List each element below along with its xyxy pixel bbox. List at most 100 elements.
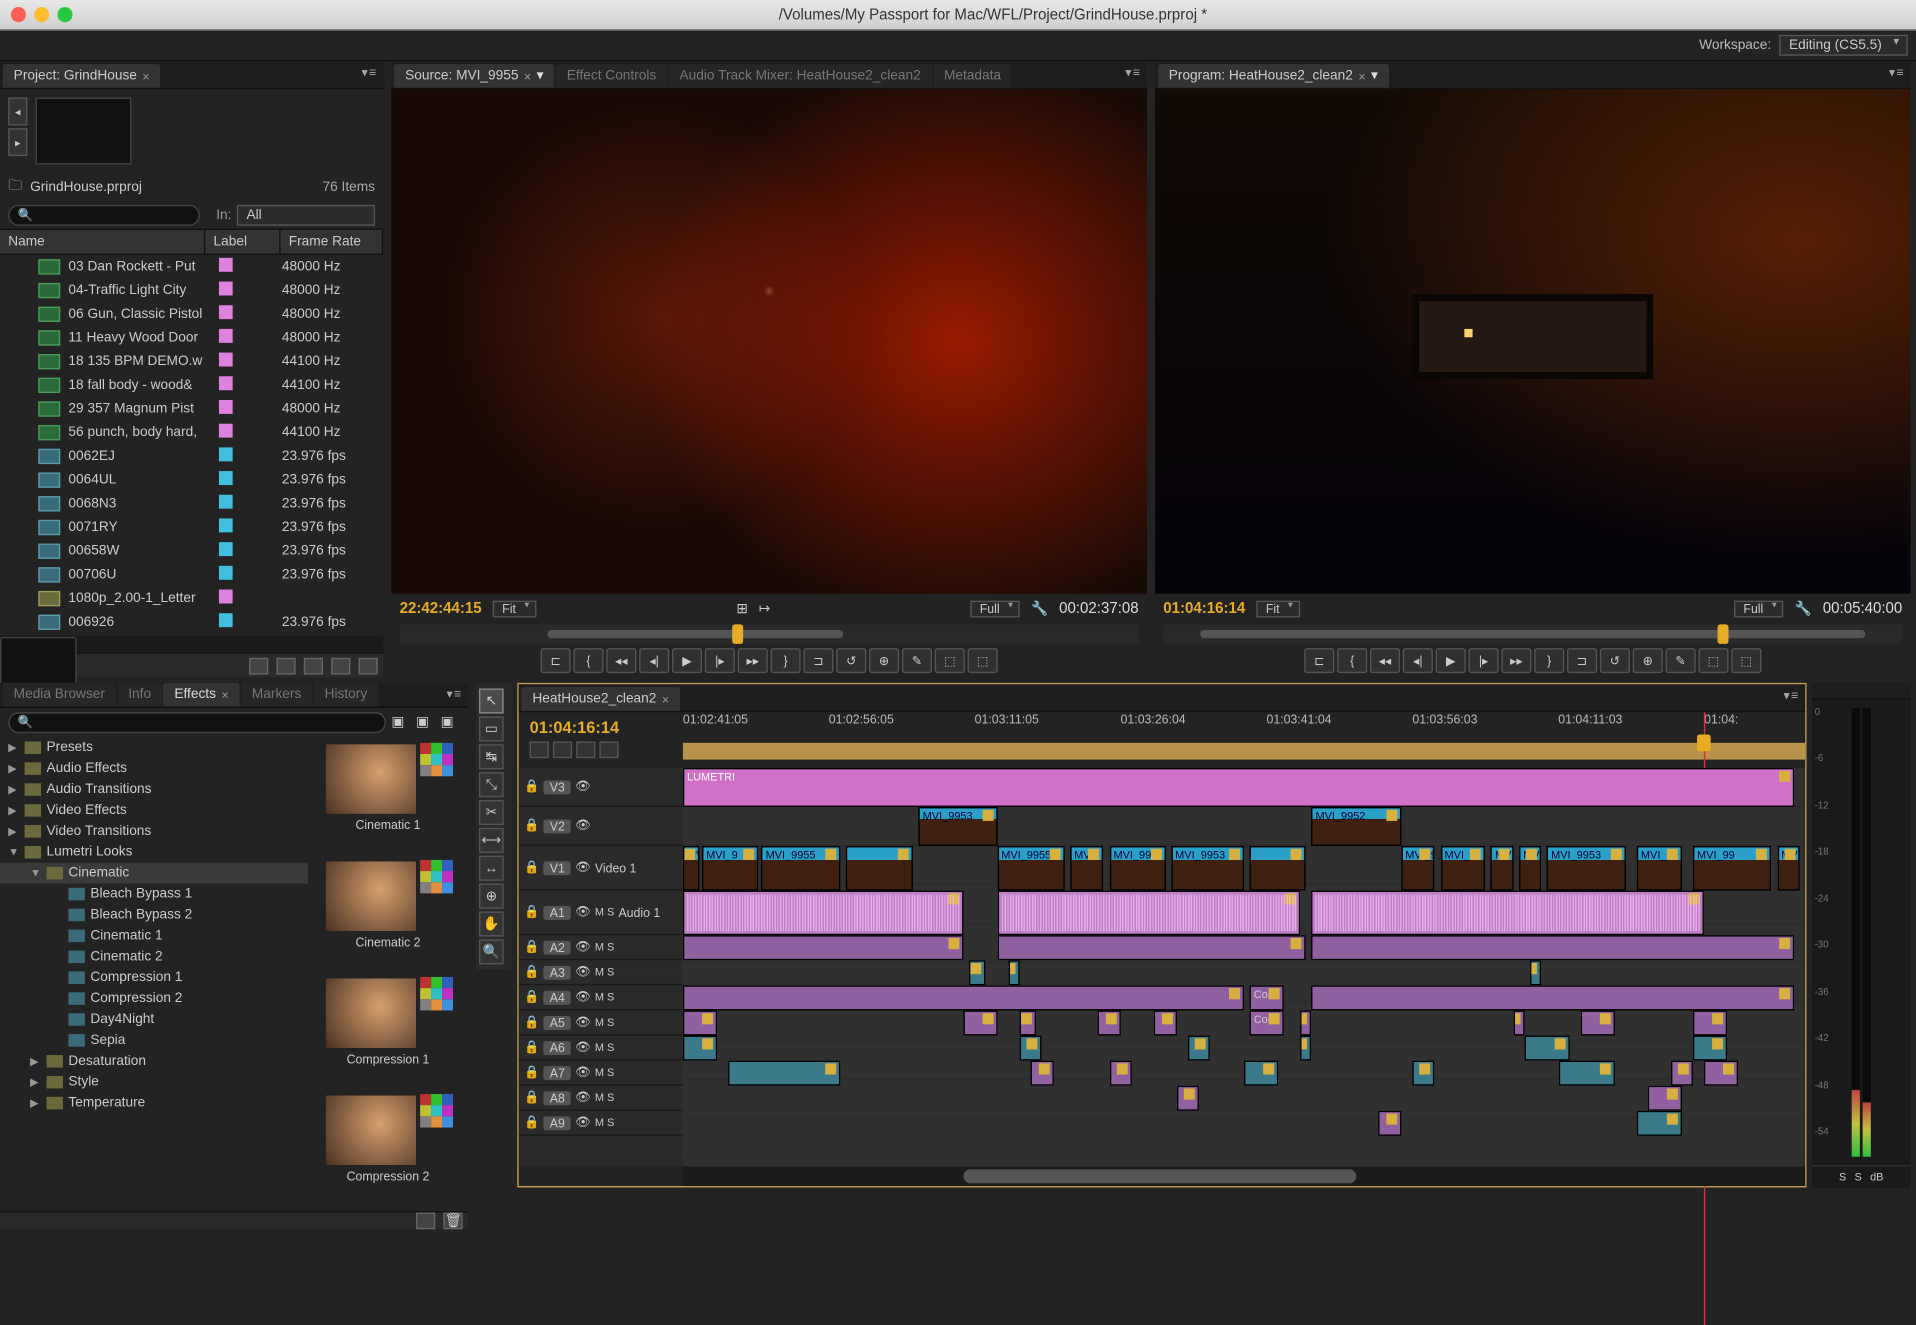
clip[interactable]	[1530, 960, 1541, 985]
panel-menu-icon[interactable]: ▾≡	[1125, 66, 1141, 81]
program-scrubber[interactable]	[1163, 624, 1902, 644]
track-target[interactable]: V3	[544, 780, 571, 794]
toggle-icon[interactable]: 👁	[575, 860, 591, 875]
search-input[interactable]: 🔍	[8, 205, 200, 226]
clip[interactable]: MVI_9953	[1547, 846, 1626, 891]
clip[interactable]: MVI_99	[1637, 846, 1682, 891]
track-header[interactable]: 🔒 V3 👁	[519, 768, 683, 807]
bin-item[interactable]: 00706U 23.976 fps	[0, 563, 383, 587]
program-monitor-view[interactable]	[1155, 89, 1910, 594]
disclosure-icon[interactable]: ▼	[8, 846, 19, 859]
clip[interactable]	[969, 960, 986, 985]
clip[interactable]	[1558, 1061, 1614, 1086]
disclosure-icon[interactable]: ▶	[8, 762, 19, 775]
maximize-icon[interactable]	[57, 7, 72, 22]
toggle-icon[interactable]: 👁	[575, 818, 591, 833]
track-target[interactable]: A7	[544, 1065, 571, 1079]
transport-button[interactable]: ⊐	[1567, 648, 1597, 673]
track-target[interactable]: A1	[544, 905, 571, 919]
lock-icon[interactable]: 🔒	[524, 1040, 539, 1055]
look-preset[interactable]: Compression 2	[308, 1094, 468, 1205]
clip[interactable]	[1020, 1010, 1037, 1035]
resolution-dropdown[interactable]: Full	[970, 601, 1020, 618]
toggle-icon[interactable]: 👁	[575, 964, 591, 979]
fx-badge-icon[interactable]: ▣	[416, 714, 435, 731]
clip[interactable]: MVI_995	[1109, 846, 1165, 891]
transport-button[interactable]: ⊏	[1304, 648, 1334, 673]
tool-button[interactable]: ▭	[479, 716, 504, 741]
clip[interactable]	[1244, 1061, 1278, 1086]
clip[interactable]	[683, 985, 1244, 1010]
clip[interactable]	[1513, 1010, 1524, 1035]
clip[interactable]	[846, 846, 913, 891]
transport-button[interactable]: ▸▸	[1501, 648, 1531, 673]
clip[interactable]: MVI_99	[1777, 846, 1799, 891]
track-target[interactable]: A8	[544, 1091, 571, 1105]
lock-icon[interactable]: 🔒	[524, 1115, 539, 1130]
tab-markers[interactable]: Markers	[241, 683, 312, 707]
zoom-dropdown[interactable]: Fit	[1256, 601, 1300, 618]
folder-node[interactable]: Day4Night	[0, 1009, 308, 1030]
tab[interactable]: Effect Controls	[556, 64, 667, 88]
lock-icon[interactable]: 🔒	[524, 990, 539, 1005]
track-header[interactable]: 🔒 A2 👁 M S	[519, 935, 683, 960]
toggle-icon[interactable]: 👁	[575, 1065, 591, 1080]
clip[interactable]	[683, 891, 964, 936]
track-target[interactable]: V1	[544, 861, 571, 875]
clip[interactable]	[1154, 1010, 1176, 1035]
transport-button[interactable]: ⊕	[1633, 648, 1663, 673]
transport-button[interactable]: ↺	[836, 648, 866, 673]
toggle-icon[interactable]: 👁	[575, 939, 591, 954]
clip[interactable]: MVI_9953	[919, 807, 998, 846]
delete-icon[interactable]	[359, 657, 378, 674]
solo-button[interactable]: S	[1855, 1171, 1862, 1184]
timeline-zoom-scrollbar[interactable]	[683, 1167, 1805, 1187]
clip[interactable]	[728, 1061, 840, 1086]
track-target[interactable]: A9	[544, 1116, 571, 1130]
clip[interactable]: MVI_9	[702, 846, 758, 891]
fx-badge-icon[interactable]: ▣	[441, 714, 460, 731]
fx-badge-icon[interactable]: ▣	[391, 714, 410, 731]
clip[interactable]	[1300, 1010, 1311, 1035]
clip[interactable]	[1109, 1061, 1131, 1086]
clip-area[interactable]: LUMETRIMVI_9953MVI_9952MVMVI_9MVI_9955MV…	[683, 768, 1805, 1167]
transport-button[interactable]: |▸	[705, 648, 735, 673]
tool-button[interactable]: ↖	[479, 688, 504, 713]
clip[interactable]: MVI_9952	[1311, 807, 1401, 846]
bin-item[interactable]: 29 357 Magnum Pist 48000 Hz	[0, 397, 383, 421]
clip[interactable]: LUMETRI	[683, 768, 1794, 807]
folder-node[interactable]: Cinematic 1	[0, 925, 308, 946]
folder-node[interactable]: Sepia	[0, 1030, 308, 1051]
clip[interactable]	[1693, 1010, 1727, 1035]
source-scrubber[interactable]	[400, 624, 1139, 644]
track-target[interactable]: V2	[544, 819, 571, 833]
track-header[interactable]: 🔒 A4 👁 M S	[519, 985, 683, 1010]
transport-button[interactable]: ⊏	[541, 648, 571, 673]
clip[interactable]	[1008, 960, 1019, 985]
tab-program[interactable]: Program: HeatHouse2_clean2× ▾	[1158, 64, 1389, 88]
tab-media-browser[interactable]: Media Browser	[3, 683, 116, 707]
clip[interactable]	[1525, 1036, 1570, 1061]
column-headers[interactable]: Name Label Frame Rate	[0, 229, 383, 255]
solo-button[interactable]: S	[1839, 1171, 1846, 1184]
new-bin-icon[interactable]	[416, 1213, 435, 1230]
new-item-icon[interactable]	[331, 657, 350, 674]
clip[interactable]	[1177, 1086, 1199, 1111]
clip[interactable]: Cons	[1250, 1010, 1284, 1035]
disclosure-icon[interactable]: ▼	[30, 867, 41, 880]
clip[interactable]	[1670, 1061, 1692, 1086]
lock-icon[interactable]: 🔒	[524, 1065, 539, 1080]
prev-button[interactable]: ◂	[8, 98, 27, 126]
panel-menu-icon[interactable]: ▾≡	[1784, 688, 1800, 703]
track-header[interactable]: 🔒 A1 👁 M S Audio 1	[519, 891, 683, 936]
tab-effects[interactable]: Effects ×	[163, 683, 239, 707]
clip[interactable]: MVI_9955	[761, 846, 840, 891]
clip[interactable]	[1250, 846, 1306, 891]
folder-node[interactable]: Cinematic 2	[0, 946, 308, 967]
clip[interactable]	[1648, 1086, 1682, 1111]
lock-icon[interactable]: 🔒	[524, 905, 539, 920]
time-ruler[interactable]: 01:02:41:0501:02:56:0501:03:11:0501:03:2…	[683, 712, 1805, 768]
clip[interactable]: MVI	[1070, 846, 1104, 891]
bin-item[interactable]: 18 135 BPM DEMO.w 44100 Hz	[0, 350, 383, 374]
panel-menu-icon[interactable]: ▾≡	[1889, 66, 1905, 81]
